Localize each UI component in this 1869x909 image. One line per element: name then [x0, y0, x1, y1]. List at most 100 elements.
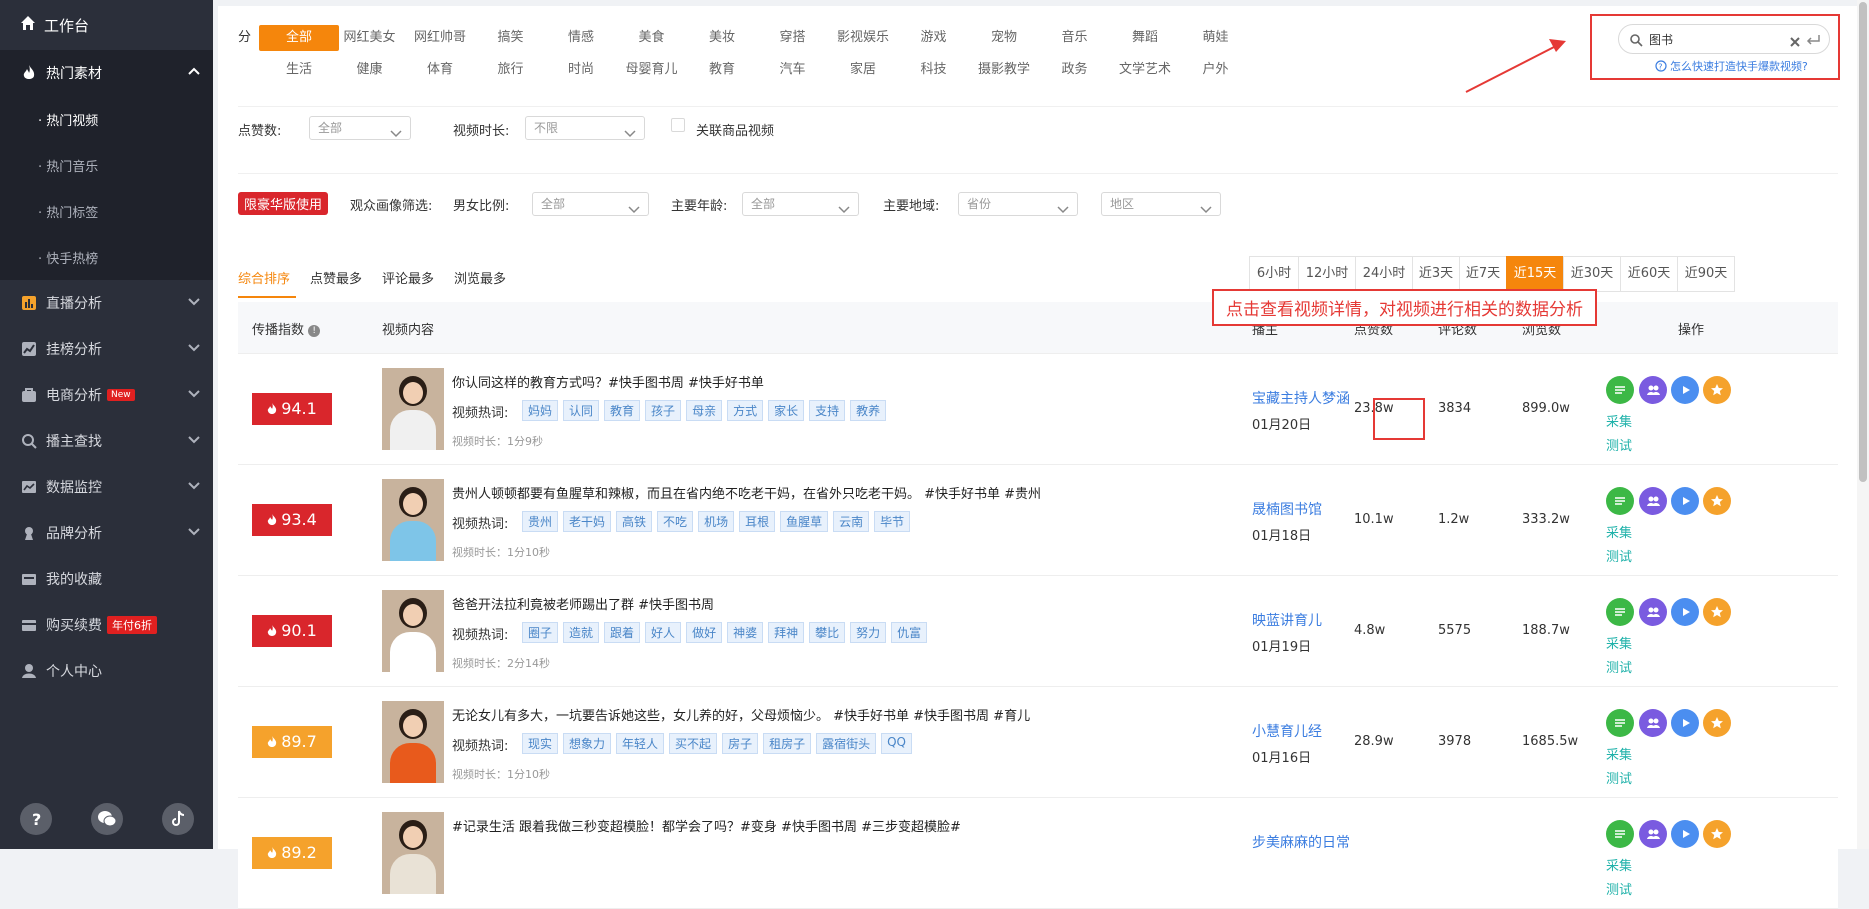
nav-hot-videos[interactable]: · 热门视频 — [0, 96, 213, 142]
author-link[interactable]: 晟楠图书馆 — [1252, 499, 1322, 519]
star-icon[interactable] — [1703, 376, 1731, 404]
keyword-tag[interactable]: 想象力 — [563, 733, 612, 754]
nav-ecommerce-analysis[interactable]: 电商分析 New — [0, 372, 213, 418]
keyword-tag[interactable]: 高铁 — [616, 511, 653, 532]
nav-brand-analysis[interactable]: 品牌分析 — [0, 510, 213, 556]
play-icon[interactable] — [1671, 598, 1699, 626]
video-thumbnail[interactable] — [382, 701, 444, 783]
collect-link[interactable]: 采集 — [1606, 633, 1632, 652]
test-link[interactable]: 测试 — [1606, 657, 1632, 676]
video-title[interactable]: 你认同这样的教育方式吗？#快手图书周 #快手好书单 — [452, 372, 764, 391]
keyword-tag[interactable]: 妈妈 — [522, 400, 559, 421]
test-link[interactable]: 测试 — [1606, 435, 1632, 454]
keyword-tag[interactable]: 方式 — [727, 400, 764, 421]
info-icon[interactable]: ! — [308, 325, 321, 337]
star-icon[interactable] — [1703, 487, 1731, 515]
wechat-icon[interactable] — [90, 803, 123, 835]
keyword-tag[interactable]: 鱼腥草 — [780, 511, 829, 532]
keyword-tag[interactable]: 老干妈 — [563, 511, 612, 532]
video-thumbnail[interactable] — [382, 812, 444, 894]
fans-icon[interactable] — [1639, 598, 1667, 626]
collect-link[interactable]: 采集 — [1606, 522, 1632, 541]
nav-kuaishou-ranking[interactable]: · 快手热榜 — [0, 234, 213, 280]
scrollbar-thumb[interactable] — [1859, 2, 1867, 482]
help-icon[interactable]: ? — [19, 803, 52, 835]
detail-icon[interactable] — [1606, 376, 1634, 404]
nav-hot-material[interactable]: 热门素材 — [0, 50, 213, 96]
keyword-tag[interactable]: 造就 — [563, 622, 600, 643]
keyword-tag[interactable]: 攀比 — [809, 622, 846, 643]
nav-hot-music[interactable]: · 热门音乐 — [0, 142, 213, 188]
video-title[interactable]: 爸爸开法拉利竟被老师踢出了群 #快手图书周 — [452, 594, 714, 613]
nav-workbench[interactable]: 工作台 — [0, 0, 213, 50]
author-link[interactable]: 映蓝讲育儿 — [1252, 610, 1322, 630]
detail-icon[interactable] — [1606, 598, 1634, 626]
play-icon[interactable] — [1671, 487, 1699, 515]
keyword-tag[interactable]: 露宿街头 — [816, 733, 877, 754]
fans-icon[interactable] — [1639, 820, 1667, 848]
keyword-tag[interactable]: 机场 — [698, 511, 735, 532]
keyword-tag[interactable]: 不吃 — [657, 511, 694, 532]
nav-my-collection[interactable]: 我的收藏 — [0, 556, 213, 602]
nav-hot-tags[interactable]: · 热门标签 — [0, 188, 213, 234]
nav-rank-analysis[interactable]: 挂榜分析 — [0, 326, 213, 372]
collect-link[interactable]: 采集 — [1606, 744, 1632, 763]
author-link[interactable]: 小慧育儿经 — [1252, 721, 1322, 741]
keyword-tag[interactable]: 贵州 — [522, 511, 559, 532]
keyword-tag[interactable]: 神婆 — [727, 622, 764, 643]
keyword-tag[interactable]: 好人 — [645, 622, 682, 643]
keyword-tag[interactable]: 母亲 — [686, 400, 723, 421]
star-icon[interactable] — [1703, 598, 1731, 626]
keyword-tag[interactable]: 云南 — [833, 511, 870, 532]
keyword-tag[interactable]: 教育 — [604, 400, 641, 421]
douyin-icon[interactable] — [161, 803, 194, 835]
video-thumbnail[interactable] — [382, 479, 444, 561]
keyword-tag[interactable]: 买不起 — [669, 733, 718, 754]
test-link[interactable]: 测试 — [1606, 546, 1632, 565]
star-icon[interactable] — [1703, 820, 1731, 848]
keyword-tag[interactable]: 年轻人 — [616, 733, 665, 754]
keyword-tag[interactable]: 耳根 — [739, 511, 776, 532]
collect-link[interactable]: 采集 — [1606, 855, 1632, 874]
video-thumbnail[interactable] — [382, 368, 444, 450]
nav-personal-center[interactable]: 个人中心 — [0, 648, 213, 694]
test-link[interactable]: 测试 — [1606, 879, 1632, 898]
play-icon[interactable] — [1671, 376, 1699, 404]
play-icon[interactable] — [1671, 709, 1699, 737]
video-thumbnail[interactable] — [382, 590, 444, 672]
keyword-tag[interactable]: 家长 — [768, 400, 805, 421]
keyword-tag[interactable]: 教养 — [850, 400, 887, 421]
fans-icon[interactable] — [1639, 487, 1667, 515]
collect-link[interactable]: 采集 — [1606, 411, 1632, 430]
test-link[interactable]: 测试 — [1606, 768, 1632, 787]
keyword-tag[interactable]: 孩子 — [645, 400, 682, 421]
author-link[interactable]: 宝藏主持人梦涵 — [1252, 388, 1350, 408]
keyword-tag[interactable]: 毕节 — [874, 511, 911, 532]
detail-icon[interactable] — [1606, 820, 1634, 848]
author-link[interactable]: 步美麻麻的日常 — [1252, 832, 1350, 852]
keyword-tag[interactable]: 努力 — [850, 622, 887, 643]
video-title[interactable]: 无论女儿有多大，一坑要告诉她这些，女儿养的好，父母烦恼少。 #快手好书单 #快手… — [452, 705, 1030, 724]
nav-streamer-search[interactable]: 播主查找 — [0, 418, 213, 464]
video-title[interactable]: 贵州人顿顿都要有鱼腥草和辣椒，而且在省内绝不吃老干妈，在省外只吃老干妈。 #快手… — [452, 483, 1041, 502]
keyword-tag[interactable]: 圈子 — [522, 622, 559, 643]
keyword-tag[interactable]: 认同 — [563, 400, 600, 421]
star-icon[interactable] — [1703, 709, 1731, 737]
fans-icon[interactable] — [1639, 376, 1667, 404]
keyword-tag[interactable]: 房子 — [722, 733, 759, 754]
keyword-tag[interactable]: 支持 — [809, 400, 846, 421]
nav-data-monitor[interactable]: 数据监控 — [0, 464, 213, 510]
video-title[interactable]: #记录生活 跟着我做三秒变超模脸！都学会了吗？#变身 #快手图书周 #三步变超模… — [452, 816, 961, 835]
nav-live-analysis[interactable]: 直播分析 — [0, 280, 213, 326]
keyword-tag[interactable]: 做好 — [686, 622, 723, 643]
keyword-tag[interactable]: QQ — [881, 733, 912, 754]
keyword-tag[interactable]: 跟着 — [604, 622, 641, 643]
keyword-tag[interactable]: 现实 — [522, 733, 559, 754]
fans-icon[interactable] — [1639, 709, 1667, 737]
keyword-tag[interactable]: 租房子 — [763, 733, 812, 754]
keyword-tag[interactable]: 仇富 — [891, 622, 928, 643]
keyword-tag[interactable]: 拜神 — [768, 622, 805, 643]
detail-icon[interactable] — [1606, 709, 1634, 737]
detail-icon[interactable] — [1606, 487, 1634, 515]
nav-purchase[interactable]: 购买续费 年付6折 — [0, 602, 213, 648]
